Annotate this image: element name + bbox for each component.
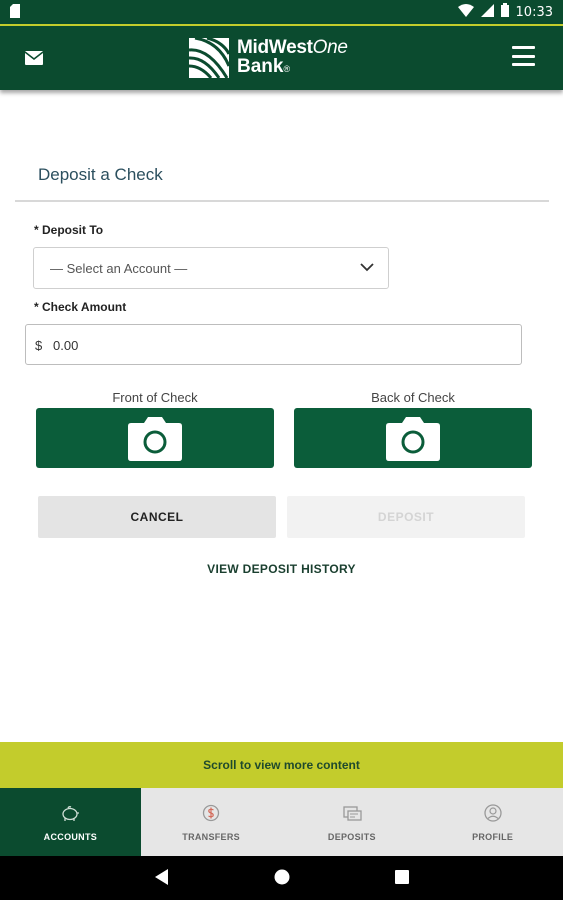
recents-icon[interactable] [395,870,409,884]
account-select-value: — Select an Account — [50,261,188,276]
front-of-check-label: Front of Check [112,390,198,405]
battery-icon [500,3,509,21]
back-icon[interactable] [155,869,169,885]
check-amount-label: * Check Amount [34,300,127,314]
camera-icon [386,417,440,461]
bottom-tab-bar: ACCOUNTS TRANSFERS DEPOSITS PROFILE [0,788,563,856]
tab-label: DEPOSITS [327,832,376,842]
tab-label: TRANSFERS [182,832,240,842]
tab-label: ACCOUNTS [43,832,98,842]
chevron-down-icon [360,263,374,272]
brand-registered-mark: ® [283,63,291,74]
view-deposit-history-link[interactable]: VIEW DEPOSIT HISTORY [0,562,563,576]
deposit-to-label: * Deposit To [34,223,104,237]
signal-icon [480,3,494,21]
hamburger-menu-icon[interactable] [512,46,535,66]
check-amount-value: 0.00 [53,338,79,353]
currency-symbol: $ [35,338,43,353]
account-select[interactable]: — Select an Account — [33,247,389,289]
tab-deposits[interactable]: DEPOSITS [282,788,423,856]
brand-name-line2: Bank [237,55,284,77]
page-title: Deposit a Check [38,165,163,184]
deposit-button[interactable]: DEPOSIT [287,496,525,538]
profile-icon [483,804,502,822]
title-divider [15,200,549,202]
camera-icon [128,417,182,461]
front-of-check-button[interactable] [36,408,274,468]
tab-label: PROFILE [472,832,514,842]
back-of-check-label: Back of Check [371,390,455,405]
sim-card-icon [10,4,20,23]
check-deposit-icon [343,806,362,821]
check-amount-input[interactable]: $ 0.00 [25,324,522,365]
system-navigation-bar [0,856,563,900]
bank-logo-mark [189,38,229,78]
app-header: MidWestOne Bank® [0,24,563,90]
piggy-bank-icon [62,806,80,821]
bank-logo: MidWestOne Bank® [189,37,348,79]
tab-transfers[interactable]: TRANSFERS [141,788,282,856]
scroll-hint-banner: Scroll to view more content [0,742,563,788]
tab-accounts[interactable]: ACCOUNTS [0,788,141,856]
wifi-icon [457,3,474,21]
status-bar: 10:33 [0,0,563,24]
brand-name-italic: One [312,36,348,58]
brand-name-bold: MidWest [237,36,313,58]
status-time: 10:33 [515,4,553,20]
cancel-button[interactable]: CANCEL [38,496,276,538]
mail-icon[interactable] [24,51,44,65]
back-of-check-button[interactable] [294,408,532,468]
tab-profile[interactable]: PROFILE [422,788,563,856]
home-icon[interactable] [274,869,290,885]
dollar-transfer-icon [202,804,220,822]
